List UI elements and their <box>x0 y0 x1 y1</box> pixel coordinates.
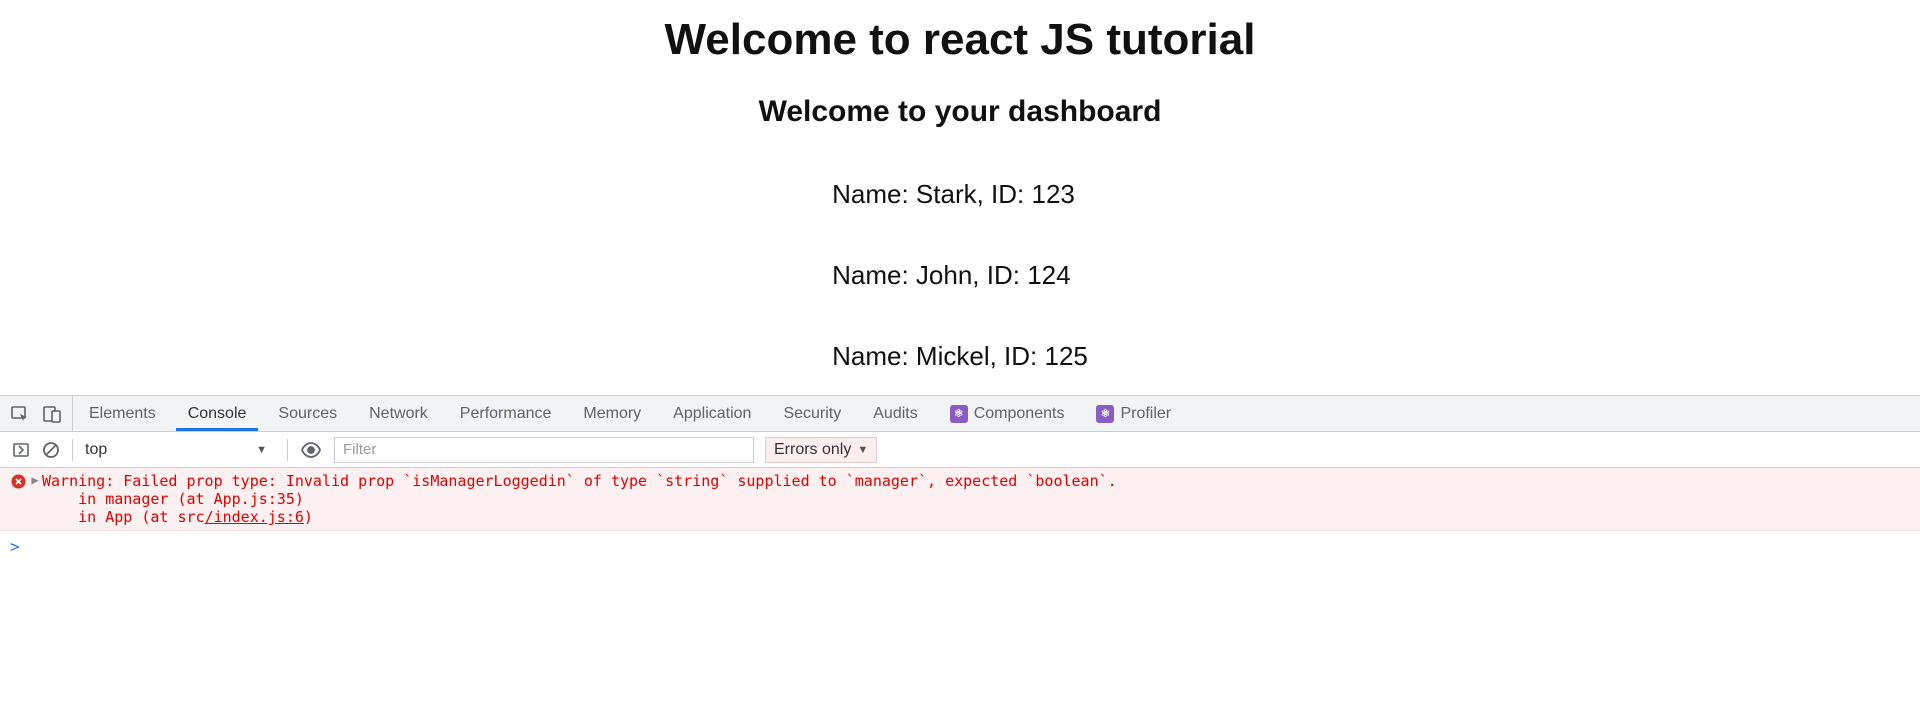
employee-row: Name: John, ID: 124 <box>832 260 1088 291</box>
filter-input[interactable] <box>334 437 754 463</box>
console-log-row[interactable]: ▶Warning: Failed prop type: Invalid prop… <box>0 468 1920 531</box>
console-toolbar: top ▼ Errors only ▼ <box>0 432 1920 468</box>
tab-label: Elements <box>89 405 156 423</box>
log-level-value: Errors only <box>774 441 851 459</box>
log-message: Warning: Failed prop type: Invalid prop … <box>42 472 1920 526</box>
error-icon <box>8 472 28 489</box>
tab-network[interactable]: Network <box>353 396 444 431</box>
console-prompt[interactable]: > <box>0 531 1920 562</box>
employee-row: Name: Mickel, ID: 125 <box>832 341 1088 372</box>
divider <box>287 439 288 461</box>
tab-audits[interactable]: Audits <box>857 396 933 431</box>
tab-profiler[interactable]: ⚛ Profiler <box>1080 396 1187 431</box>
tab-components[interactable]: ⚛ Components <box>934 396 1081 431</box>
context-select-value: top <box>85 441 107 459</box>
tab-performance[interactable]: Performance <box>444 396 568 431</box>
tab-label: Performance <box>460 405 552 423</box>
sidebar-toggle-icon[interactable] <box>12 441 30 459</box>
log-level-select[interactable]: Errors only ▼ <box>765 437 877 463</box>
tab-label: Application <box>673 405 751 423</box>
tab-label: Network <box>369 405 428 423</box>
page-subtitle: Welcome to your dashboard <box>759 95 1162 129</box>
context-select[interactable]: top ▼ <box>85 441 275 459</box>
inspect-icon[interactable] <box>10 404 30 424</box>
chevron-down-icon: ▼ <box>857 444 868 456</box>
page-content: Welcome to react JS tutorial Welcome to … <box>0 0 1920 395</box>
expand-icon[interactable]: ▶ <box>28 472 42 487</box>
tab-security[interactable]: Security <box>767 396 857 431</box>
tab-label: Memory <box>583 405 641 423</box>
console-output: ▶Warning: Failed prop type: Invalid prop… <box>0 468 1920 715</box>
eye-icon[interactable] <box>300 441 322 459</box>
employee-row: Name: Stark, ID: 123 <box>832 179 1088 210</box>
divider <box>72 439 73 461</box>
tab-memory[interactable]: Memory <box>567 396 657 431</box>
chevron-down-icon: ▼ <box>256 444 267 456</box>
tab-application[interactable]: Application <box>657 396 767 431</box>
clear-console-icon[interactable] <box>42 441 60 459</box>
tab-console[interactable]: Console <box>172 396 263 431</box>
tab-elements[interactable]: Elements <box>73 396 172 431</box>
prompt-chevron-icon: > <box>10 537 20 556</box>
tab-label: Audits <box>873 405 917 423</box>
page-title: Welcome to react JS tutorial <box>665 15 1256 65</box>
devtools-tabbar: Elements Console Sources Network Performance… <box>0 396 1920 432</box>
tab-label: Profiler <box>1120 405 1171 423</box>
devtools-tabbar-left <box>10 396 73 431</box>
devtools-panel: Elements Console Sources Network Performance… <box>0 395 1920 715</box>
device-toggle-icon[interactable] <box>42 404 62 424</box>
tab-label: Security <box>783 405 841 423</box>
react-icon: ⚛ <box>1096 405 1114 423</box>
devtools-tabs: Elements Console Sources Network Performance… <box>73 396 1187 431</box>
react-icon: ⚛ <box>950 405 968 423</box>
tab-label: Sources <box>278 405 337 423</box>
tab-sources[interactable]: Sources <box>262 396 353 431</box>
employee-list: Name: Stark, ID: 123 Name: John, ID: 124 N… <box>832 179 1088 422</box>
tab-label: Console <box>188 405 247 423</box>
tab-label: Components <box>974 405 1065 423</box>
